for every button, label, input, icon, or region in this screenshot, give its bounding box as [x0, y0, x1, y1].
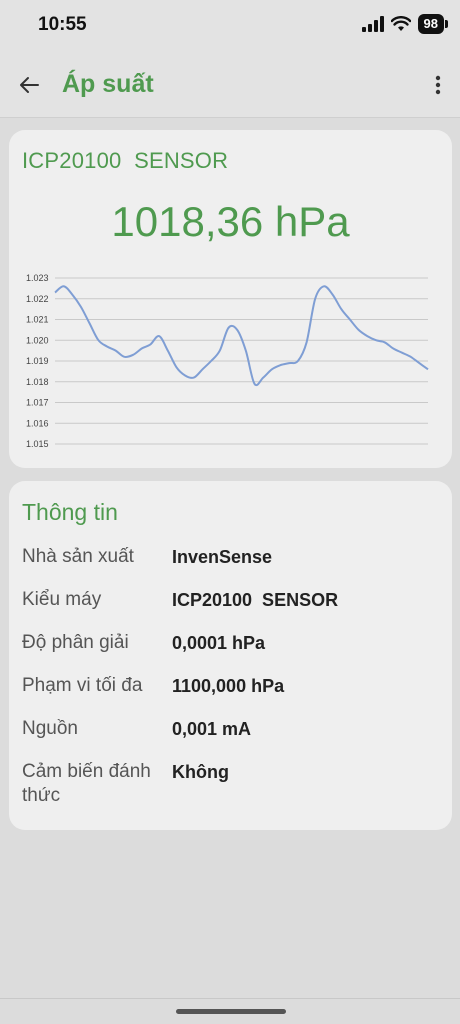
app-bar: Áp suất	[0, 52, 460, 118]
status-icons: 98	[361, 14, 449, 34]
status-time: 10:55	[38, 14, 87, 35]
info-value: 0,0001 hPa	[172, 633, 266, 653]
more-options-button[interactable]	[426, 70, 450, 100]
battery-indicator: 98	[417, 14, 449, 34]
chart-series-line	[54, 285, 429, 387]
info-label: Phạm vi tối đa	[22, 675, 143, 696]
status-bar: 10:55 98	[0, 0, 460, 52]
chart-y-tick-label: 1.021	[26, 315, 49, 325]
info-label: Cảm biến đánh thức	[22, 761, 151, 806]
info-label: Nhà sản xuất	[22, 546, 134, 567]
chart-y-tick-label: 1.019	[26, 356, 49, 366]
info-value: ICP20100 SENSOR	[172, 590, 339, 610]
chart-y-tick-label: 1.015	[26, 439, 49, 449]
info-title: Thông tin	[22, 499, 118, 525]
pressure-chart: 1.023 1.022 1.021 1.020 1.019 1.018 1.017 1.016…	[26, 273, 429, 449]
sensor-card: ICP20100 SENSOR 1018,36 hPa 1.023 1.022 1.…	[9, 130, 452, 468]
page-title: Áp suất	[62, 70, 154, 98]
info-value: 0,001 mA	[172, 719, 252, 739]
wifi-icon	[390, 16, 411, 31]
info-label: Nguồn	[22, 718, 78, 739]
arrow-left-icon	[20, 77, 39, 93]
info-value: Không	[172, 762, 229, 782]
chart-y-tick-label: 1.016	[26, 418, 49, 428]
home-indicator[interactable]	[176, 1009, 286, 1014]
bottom-divider	[0, 998, 460, 999]
chart-y-tick-label: 1.022	[26, 294, 49, 304]
chart-y-tick-label: 1.023	[26, 273, 49, 283]
info-label: Độ phân giải	[22, 632, 129, 653]
sensor-name: ICP20100 SENSOR	[22, 148, 229, 173]
back-button[interactable]	[14, 70, 44, 100]
info-card: Thông tin Nhà sản xuất InvenSense Kiểu m…	[9, 481, 452, 830]
more-vertical-icon	[435, 75, 441, 95]
pressure-value: 1018,36 hPa	[111, 198, 350, 245]
info-value: InvenSense	[172, 547, 273, 567]
info-value: 1100,000 hPa	[172, 676, 285, 696]
info-label: Kiểu máy	[22, 589, 102, 610]
chart-y-tick-label: 1.017	[26, 398, 49, 408]
cellular-signal-icon	[361, 16, 384, 32]
chart-y-tick-label: 1.018	[26, 377, 49, 387]
chart-y-tick-label: 1.020	[26, 335, 49, 345]
